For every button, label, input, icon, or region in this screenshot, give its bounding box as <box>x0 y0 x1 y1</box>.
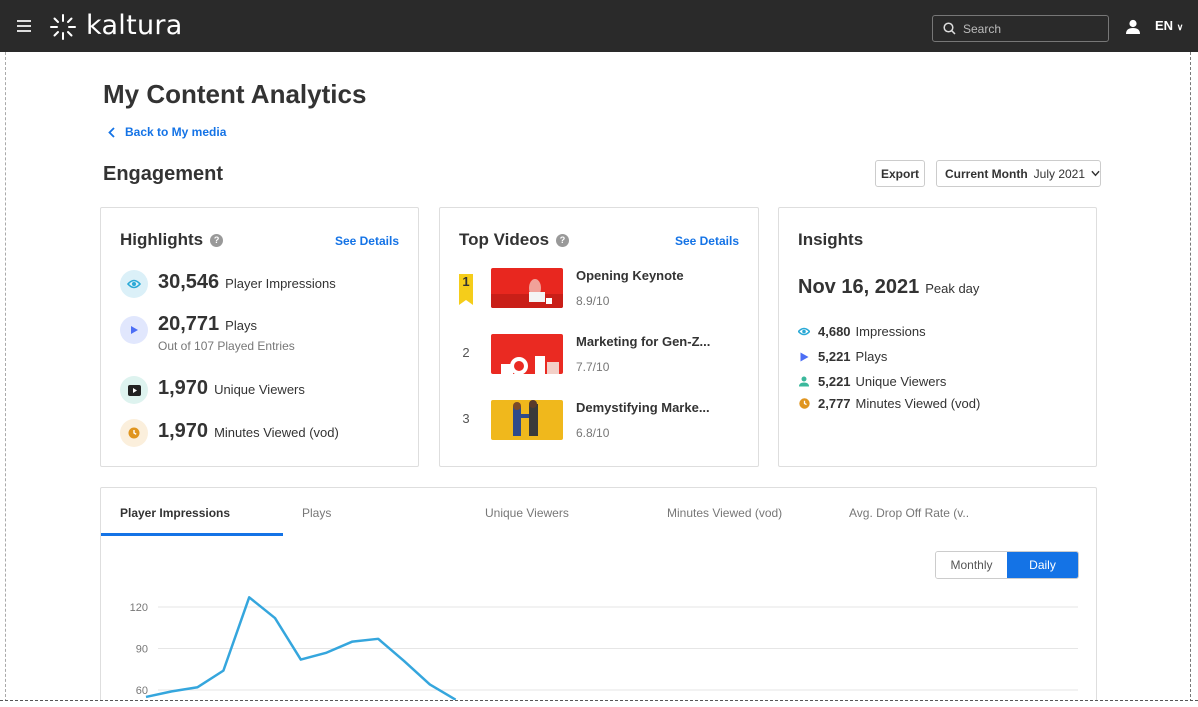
period-label: Current Month <box>945 166 1028 181</box>
user-icon <box>798 376 810 388</box>
top-videos-title: Top Videos ? <box>459 230 570 250</box>
insight-value: 4,680 <box>818 324 851 339</box>
period-selector[interactable]: Current Month July 2021 <box>936 160 1101 187</box>
highlight-subtext: Out of 107 Played Entries <box>158 339 295 353</box>
insight-label: Unique Viewers <box>855 374 947 389</box>
play-box-icon <box>120 376 148 404</box>
video-title[interactable]: Demystifying Marke... <box>576 400 710 415</box>
top-video-item[interactable]: 2 Marketing for Gen-Z... 7.7/10 <box>459 334 739 378</box>
video-score: 7.7/10 <box>576 360 610 374</box>
period-value: July 2021 <box>1033 166 1086 181</box>
top-navigation-bar: kaltura EN ∨ <box>0 0 1198 52</box>
video-title[interactable]: Marketing for Gen-Z... <box>576 334 710 349</box>
highlight-label: Plays <box>225 318 257 333</box>
play-icon <box>120 316 148 344</box>
highlight-minutes-viewed: 1,970 Minutes Viewed (vod) <box>120 419 339 447</box>
clock-icon <box>120 419 148 447</box>
page-edge <box>0 52 6 707</box>
highlight-value: 1,970 <box>158 420 209 442</box>
video-thumbnail[interactable] <box>491 268 563 308</box>
insight-unique-viewers: 5,221 Unique Viewers <box>798 374 946 389</box>
chevron-down-icon: ∨ <box>1176 22 1184 32</box>
highlight-label: Unique Viewers <box>214 382 305 397</box>
highlight-value: 20,771 <box>158 313 220 335</box>
eye-icon <box>798 326 810 338</box>
help-icon[interactable]: ? <box>556 233 570 247</box>
eye-icon <box>120 270 148 298</box>
highlight-unique-viewers: 1,970 Unique Viewers <box>120 376 305 404</box>
insight-label: Minutes Viewed (vod) <box>855 396 981 411</box>
export-button[interactable]: Export <box>875 160 925 187</box>
menu-icon[interactable] <box>17 20 31 32</box>
insight-impressions: 4,680 Impressions <box>798 324 926 339</box>
highlights-card: Highlights ? See Details 30,546 Player Im… <box>100 207 419 467</box>
insight-value: 5,221 <box>818 374 851 389</box>
peak-day: Nov 16, 2021 Peak day <box>798 276 979 299</box>
page-edge <box>0 700 1198 707</box>
language-label: EN <box>1155 18 1174 33</box>
user-icon[interactable] <box>1126 19 1140 35</box>
page-edge <box>1190 52 1198 707</box>
rank-label: 3 <box>462 411 470 426</box>
search-field[interactable] <box>932 15 1109 42</box>
insights-card: Insights Nov 16, 2021 Peak day 4,680 Impre… <box>778 207 1097 467</box>
insight-value: 2,777 <box>818 396 851 411</box>
insight-plays: 5,221 Plays <box>798 349 887 364</box>
video-score: 8.9/10 <box>576 294 610 308</box>
chevron-left-icon <box>108 126 115 138</box>
highlight-label: Minutes Viewed (vod) <box>214 425 339 440</box>
kaltura-logo-icon <box>48 12 78 42</box>
logo-text[interactable]: kaltura <box>86 10 183 41</box>
clock-icon <box>798 398 810 410</box>
line-chart: 120 90 60 <box>130 596 1078 701</box>
video-title[interactable]: Opening Keynote <box>576 268 684 283</box>
search-icon <box>943 22 956 35</box>
video-thumbnail[interactable] <box>491 334 563 374</box>
video-score: 6.8/10 <box>576 426 610 440</box>
chevron-down-icon <box>1091 170 1100 177</box>
highlight-player-impressions: 30,546 Player Impressions <box>120 270 336 298</box>
insights-title: Insights <box>798 230 864 249</box>
highlight-plays: 20,771 Plays Out of 107 Played Entries <box>120 313 295 353</box>
highlight-value: 30,546 <box>158 271 220 293</box>
back-link-label: Back to My media <box>125 125 227 139</box>
y-tick-label: 90 <box>136 644 148 656</box>
insight-value: 5,221 <box>818 349 851 364</box>
top-video-item[interactable]: 1 Opening Keynote 8.9/10 <box>459 268 739 312</box>
rank-label: 2 <box>462 345 470 360</box>
insight-label: Impressions <box>855 324 926 339</box>
search-input[interactable] <box>963 19 1103 39</box>
video-thumbnail[interactable] <box>491 400 563 440</box>
rank-badge: 1 <box>459 274 473 305</box>
section-title: Engagement <box>103 163 224 185</box>
top-video-item[interactable]: 3 Demystifying Marke... 6.8/10 <box>459 400 739 444</box>
top-videos-card: Top Videos ? See Details 1 Opening Keyno… <box>439 207 759 467</box>
y-tick-label: 60 <box>136 685 148 697</box>
highlights-title-text: Highlights <box>120 230 204 249</box>
back-link[interactable]: Back to My media <box>108 125 226 139</box>
highlight-value: 1,970 <box>158 377 209 399</box>
language-selector[interactable]: EN ∨ <box>1155 18 1183 33</box>
chart-card: Player Impressions Plays Unique Viewers … <box>100 487 1097 707</box>
highlight-label: Player Impressions <box>225 276 336 291</box>
y-tick-label: 120 <box>130 602 148 614</box>
page-title: My Content Analytics <box>103 79 367 109</box>
peak-date: Nov 16, 2021 <box>798 276 920 298</box>
top-videos-see-details-link[interactable]: See Details <box>675 234 739 248</box>
peak-label: Peak day <box>925 281 980 296</box>
play-icon <box>798 351 810 363</box>
highlights-title: Highlights ? <box>120 230 224 250</box>
insight-label: Plays <box>855 349 888 364</box>
highlights-see-details-link[interactable]: See Details <box>335 234 399 248</box>
top-videos-title-text: Top Videos <box>459 230 550 249</box>
help-icon[interactable]: ? <box>210 233 224 247</box>
insight-minutes-viewed: 2,777 Minutes Viewed (vod) <box>798 396 980 411</box>
